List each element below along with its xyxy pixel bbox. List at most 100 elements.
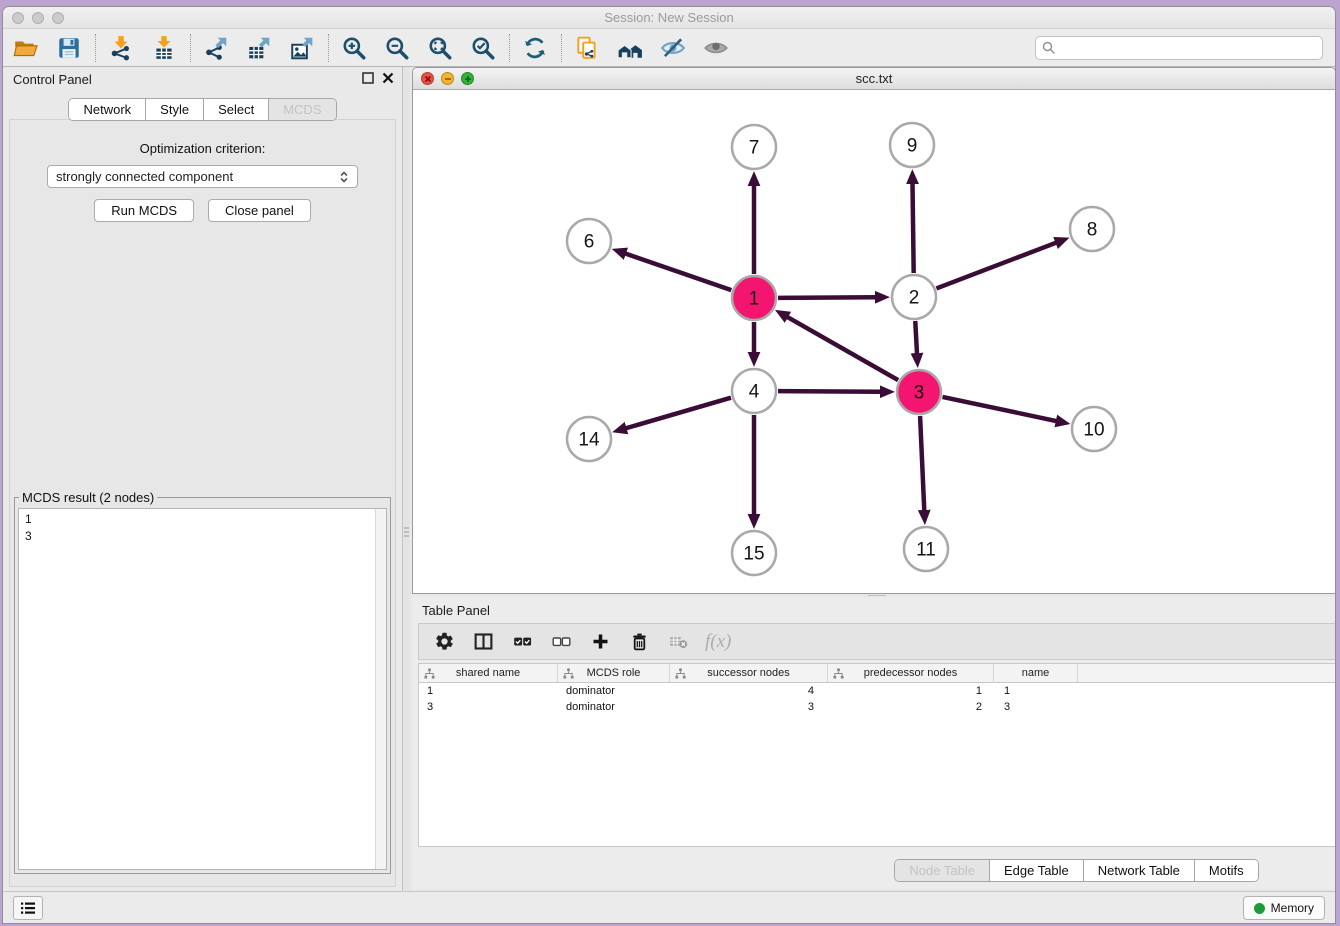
network-window-titlebar: scc.txt — [413, 68, 1335, 90]
table-row[interactable]: 3dominator323 — [419, 699, 1336, 715]
delete-table-icon[interactable] — [666, 630, 690, 654]
zoom-selected-icon[interactable] — [469, 34, 496, 61]
result-scrollbar[interactable] — [375, 509, 386, 869]
table-row[interactable]: 1dominator411 — [419, 683, 1336, 699]
float-panel-icon[interactable] — [362, 72, 374, 84]
refresh-layout-icon[interactable] — [521, 34, 548, 61]
tab-select[interactable]: Select — [203, 99, 268, 120]
node-2[interactable]: 2 — [892, 275, 936, 319]
task-history-button[interactable] — [13, 896, 43, 920]
close-window-button[interactable] — [12, 12, 24, 24]
node-10[interactable]: 10 — [1072, 407, 1116, 451]
node-6[interactable]: 6 — [567, 219, 611, 263]
edge-1-6[interactable] — [625, 253, 731, 290]
memory-button[interactable]: Memory — [1243, 896, 1325, 920]
add-column-icon[interactable] — [588, 630, 612, 654]
node-8[interactable]: 8 — [1070, 207, 1114, 251]
search-box — [1035, 36, 1323, 60]
node-label: 10 — [1083, 420, 1104, 441]
node-11[interactable]: 11 — [904, 527, 948, 571]
tab-style[interactable]: Style — [145, 99, 203, 120]
run-mcds-button[interactable]: Run MCDS — [94, 199, 194, 222]
zoom-in-icon[interactable] — [340, 34, 367, 61]
search-input[interactable] — [1061, 41, 1316, 56]
tab-network[interactable]: Network — [69, 99, 145, 120]
edge-4-14[interactable] — [625, 398, 730, 429]
column-header-shared-name[interactable]: shared name — [419, 664, 558, 682]
minimize-window-button[interactable] — [32, 12, 44, 24]
edge-3-1[interactable] — [787, 317, 898, 380]
close-panel-button[interactable]: Close panel — [208, 199, 311, 222]
function-builder-icon[interactable]: f(x) — [705, 630, 731, 654]
export-image-icon[interactable] — [288, 34, 315, 61]
toolbar-separator — [561, 34, 562, 62]
edge-2-3[interactable] — [915, 321, 917, 354]
node-7[interactable]: 7 — [732, 125, 776, 169]
maximize-network-button[interactable] — [461, 72, 474, 85]
column-header-name[interactable]: name — [994, 664, 1078, 682]
criterion-value: strongly connected component — [56, 169, 339, 184]
node-label: 7 — [749, 138, 760, 159]
tab-motifs[interactable]: Motifs — [1194, 860, 1258, 881]
node-14[interactable]: 14 — [567, 417, 611, 461]
node-1[interactable]: 1 — [732, 276, 776, 320]
clone-network-icon[interactable] — [573, 34, 600, 61]
node-4[interactable]: 4 — [732, 369, 776, 413]
column-header-mcds-role[interactable]: MCDS role — [558, 664, 670, 682]
hide-selected-icon[interactable] — [659, 34, 686, 61]
select-all-icon[interactable] — [510, 630, 534, 654]
column-header-successor-nodes[interactable]: successor nodes — [670, 664, 828, 682]
import-network-icon[interactable] — [107, 34, 134, 61]
tab-node-table[interactable]: Node Table — [895, 860, 989, 881]
column-header-predecessor-nodes[interactable]: predecessor nodes — [828, 664, 994, 682]
network-canvas[interactable]: 7 9 6 8 1 2 4 3 14 10 15 11 — [413, 90, 1335, 592]
node-9[interactable]: 9 — [890, 123, 934, 167]
table-cell: 1 — [828, 683, 994, 699]
chevron-up-down-icon — [339, 170, 349, 184]
first-neighbors-icon[interactable] — [616, 34, 643, 61]
node-15[interactable]: 15 — [732, 531, 776, 575]
zoom-window-button[interactable] — [52, 12, 64, 24]
tab-edge-table[interactable]: Edge Table — [989, 860, 1083, 881]
save-icon[interactable] — [55, 34, 82, 61]
import-table-icon[interactable] — [150, 34, 177, 61]
optimization-criterion-label: Optimization criterion: — [10, 141, 395, 156]
edge-1-2[interactable] — [778, 297, 876, 298]
edge-3-11[interactable] — [920, 416, 924, 511]
tab-network-table[interactable]: Network Table — [1083, 860, 1194, 881]
close-panel-icon[interactable] — [382, 72, 394, 84]
show-all-icon[interactable] — [702, 34, 729, 61]
close-network-button[interactable] — [421, 72, 434, 85]
tab-mcds[interactable]: MCDS — [268, 99, 335, 120]
minimize-network-button[interactable] — [441, 72, 454, 85]
node-label: 9 — [907, 136, 918, 157]
edge-2-9[interactable] — [913, 183, 914, 273]
table-cell: 3 — [994, 699, 1078, 715]
edge-3-10[interactable] — [942, 397, 1056, 421]
mcds-panel: Optimization criterion: strongly connect… — [9, 119, 396, 887]
edge-4-3[interactable] — [778, 391, 881, 392]
main-toolbar — [3, 29, 1335, 67]
table-cell: 2 — [828, 699, 994, 715]
node-label: 3 — [914, 383, 925, 404]
node-3[interactable]: 3 — [897, 370, 941, 414]
deselect-all-icon[interactable] — [549, 630, 573, 654]
export-network-icon[interactable] — [202, 34, 229, 61]
node-label: 1 — [749, 289, 760, 310]
export-table-icon[interactable] — [245, 34, 272, 61]
node-label: 11 — [916, 540, 936, 561]
zoom-out-icon[interactable] — [383, 34, 410, 61]
open-folder-icon[interactable] — [12, 34, 39, 61]
node-label: 4 — [749, 382, 760, 403]
control-panel-tabs: NetworkStyleSelectMCDS — [68, 98, 336, 121]
edge-2-8[interactable] — [936, 243, 1056, 289]
zoom-fit-icon[interactable] — [426, 34, 453, 61]
show-columns-icon[interactable] — [471, 630, 495, 654]
node-label: 6 — [584, 232, 595, 253]
table-settings-icon[interactable] — [432, 630, 456, 654]
table-cell: 1 — [994, 683, 1078, 699]
delete-column-icon[interactable] — [627, 630, 651, 654]
criterion-select[interactable]: strongly connected component — [47, 165, 358, 188]
splitter-grip[interactable] — [404, 525, 409, 539]
panel-splitter[interactable] — [402, 67, 410, 893]
